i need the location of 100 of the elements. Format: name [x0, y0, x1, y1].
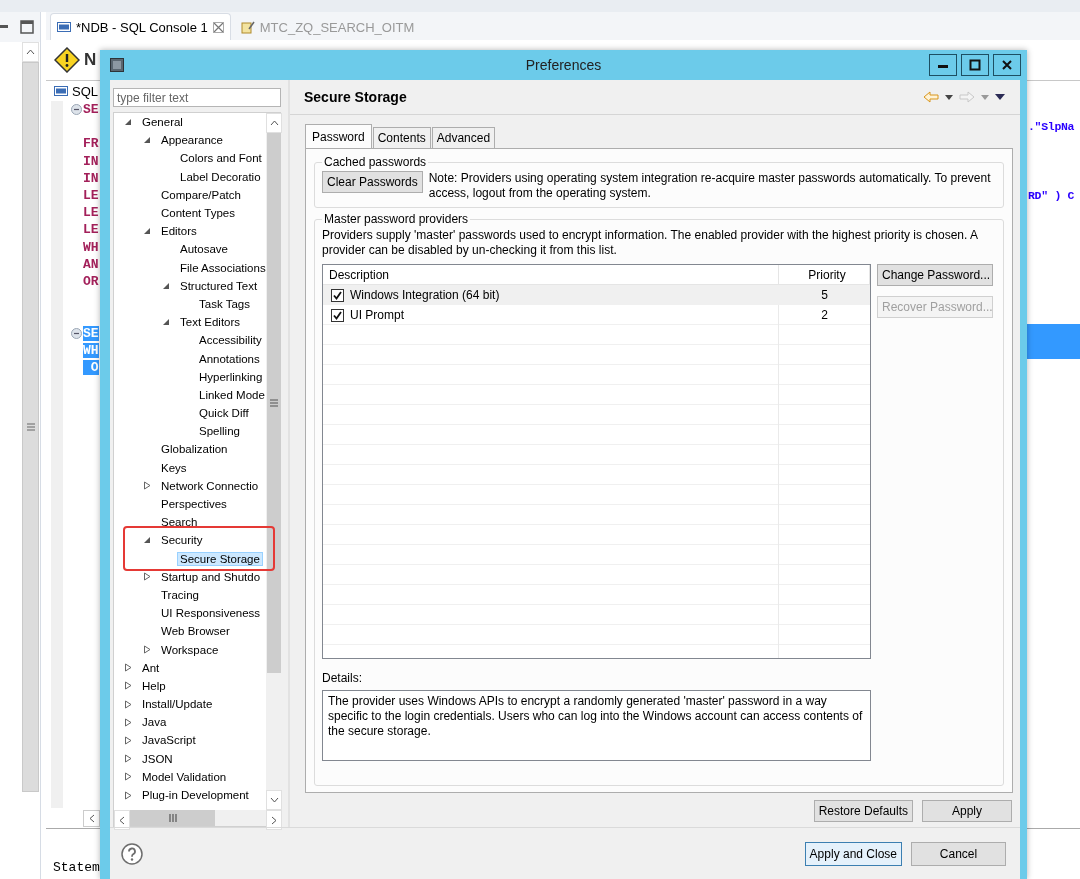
- tree-item[interactable]: JSON: [139, 751, 176, 766]
- column-header[interactable]: Description: [323, 265, 779, 284]
- dialog-button[interactable]: Cancel: [911, 841, 1006, 866]
- tree-item[interactable]: Perspectives: [158, 497, 230, 512]
- caret-left-icon: [88, 813, 95, 823]
- tree-item[interactable]: Network Connectio: [158, 478, 262, 493]
- scroll-left-button[interactable]: [83, 809, 100, 827]
- window-icon: [110, 58, 124, 72]
- scrollbar-thumb[interactable]: [22, 62, 39, 792]
- triangle-right-icon[interactable]: [124, 754, 132, 764]
- fold-icon[interactable]: [71, 327, 82, 339]
- table-row[interactable]: Windows Integration (64 bit) 5: [323, 285, 870, 305]
- tree-item[interactable]: Help: [139, 678, 169, 693]
- tab[interactable]: Password: [305, 124, 372, 148]
- filter-field[interactable]: type filter text: [113, 88, 281, 107]
- triangle-down-icon[interactable]: [162, 281, 170, 290]
- details-label: Details:: [322, 671, 363, 685]
- tree-item[interactable]: Search: [158, 515, 201, 530]
- tree-item[interactable]: Plug-in Development: [139, 788, 252, 803]
- tree-item[interactable]: Ant: [139, 660, 163, 675]
- tree-item[interactable]: Workspace: [158, 642, 222, 657]
- tree-item[interactable]: Spelling: [196, 424, 243, 439]
- triangle-right-icon[interactable]: [124, 717, 132, 727]
- tree-item[interactable]: Keys: [158, 460, 190, 475]
- triangle-down-icon[interactable]: [143, 136, 151, 145]
- tree-item[interactable]: Web Browser: [158, 624, 233, 639]
- note-text: Note: Providers using operating system integration re-acquire master passwords automatically. To prevent access, logout from the operating system.: [428, 171, 992, 201]
- scroll-down-button[interactable]: [266, 790, 282, 810]
- tree-item[interactable]: Linked Mode: [196, 387, 268, 402]
- tree-item[interactable]: Autosave: [177, 242, 231, 257]
- tree-item[interactable]: Label Decoratio: [177, 169, 264, 184]
- console-text: Statem: [53, 860, 100, 875]
- tree-item[interactable]: Content Types: [158, 206, 238, 221]
- scrollbar-thumb[interactable]: [267, 133, 281, 673]
- help-icon[interactable]: [121, 842, 143, 865]
- tree-item[interactable]: Colors and Font: [177, 151, 265, 166]
- tree-item[interactable]: Secure Storage: [177, 551, 263, 566]
- scroll-up-button[interactable]: [266, 113, 282, 133]
- scroll-left-button[interactable]: [114, 810, 130, 830]
- triangle-right-icon[interactable]: [143, 572, 151, 582]
- tab[interactable]: Contents: [372, 127, 431, 148]
- tab[interactable]: Advanced: [431, 127, 496, 148]
- code-text: WH: [83, 239, 99, 255]
- tree-item[interactable]: General: [139, 115, 186, 130]
- triangle-down-icon[interactable]: [124, 118, 132, 127]
- tree-item[interactable]: Security: [158, 533, 206, 548]
- triangle-down-icon[interactable]: [162, 318, 170, 327]
- tree-item[interactable]: Compare/Patch: [158, 187, 244, 202]
- triangle-down-icon[interactable]: [143, 227, 151, 236]
- triangle-right-icon[interactable]: [124, 790, 132, 800]
- checkbox[interactable]: [331, 288, 344, 302]
- password-button[interactable]: Change Password...: [877, 264, 993, 286]
- tree-item[interactable]: Install/Update: [139, 697, 216, 712]
- grip-icon: [168, 814, 177, 822]
- code-text: LE: [83, 222, 99, 238]
- page-button[interactable]: Restore Defaults: [813, 800, 913, 822]
- tree-item[interactable]: File Associations: [177, 260, 269, 275]
- close-icon[interactable]: [212, 21, 224, 33]
- dialog-button[interactable]: Apply and Close: [804, 841, 902, 866]
- sql-icon: [57, 22, 71, 32]
- triangle-right-icon[interactable]: [124, 663, 132, 673]
- clear-passwords-button[interactable]: Clear Passwords: [322, 171, 423, 193]
- fold-icon[interactable]: [71, 104, 82, 116]
- scrollbar-thumb[interactable]: [130, 810, 215, 826]
- tree-item[interactable]: Text Editors: [177, 315, 244, 330]
- tree-item[interactable]: Quick Diff: [196, 406, 252, 421]
- tree-item[interactable]: Startup and Shutdo: [158, 569, 264, 584]
- close-button[interactable]: [993, 54, 1021, 76]
- triangle-right-icon[interactable]: [124, 699, 132, 709]
- minimize-button[interactable]: [929, 54, 957, 76]
- triangle-right-icon[interactable]: [124, 735, 132, 745]
- column-header[interactable]: Priority: [779, 265, 870, 284]
- tree-item[interactable]: Hyperlinking: [196, 369, 266, 384]
- tree-item[interactable]: UI Responsiveness: [158, 606, 264, 621]
- maximize-button[interactable]: [961, 54, 989, 76]
- page-button[interactable]: Apply: [922, 800, 1012, 822]
- tree-item[interactable]: JavaScript: [139, 733, 199, 748]
- tree-item[interactable]: Structured Text: [177, 278, 261, 293]
- code-text: FR: [83, 136, 99, 152]
- tree-item[interactable]: Accessibility: [196, 333, 265, 348]
- tree-item[interactable]: Globalization: [158, 442, 231, 457]
- triangle-right-icon[interactable]: [143, 481, 151, 491]
- tree-item[interactable]: Task Tags: [196, 296, 253, 311]
- table-row[interactable]: UI Prompt 2: [323, 305, 870, 325]
- checkbox[interactable]: [331, 308, 344, 322]
- tree-item[interactable]: Java: [139, 715, 170, 730]
- tree-item[interactable]: Editors: [158, 224, 200, 239]
- tree-item[interactable]: Model Validation: [139, 769, 230, 784]
- triangle-down-icon[interactable]: [143, 536, 151, 545]
- editor-tab[interactable]: *NDB - SQL Console 1: [50, 13, 231, 40]
- scroll-right-button[interactable]: [266, 810, 282, 830]
- tree-item[interactable]: Annotations: [196, 351, 263, 366]
- grip-icon: [26, 423, 35, 431]
- tree-item[interactable]: Appearance: [158, 133, 227, 148]
- maximize-icon[interactable]: [20, 20, 34, 34]
- triangle-right-icon[interactable]: [124, 772, 132, 782]
- tree-item[interactable]: Tracing: [158, 587, 202, 602]
- triangle-right-icon[interactable]: [124, 681, 132, 691]
- code-text: O: [83, 359, 99, 375]
- triangle-right-icon[interactable]: [143, 645, 151, 655]
